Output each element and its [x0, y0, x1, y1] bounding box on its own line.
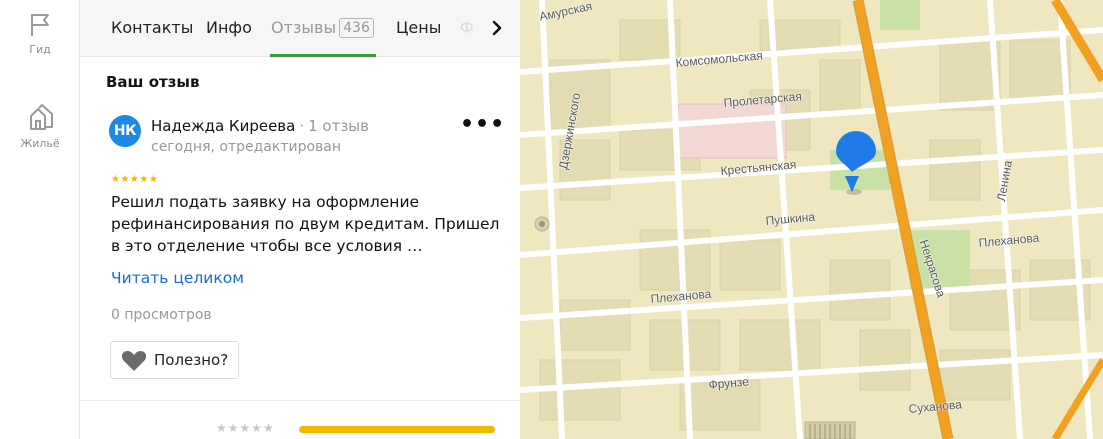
active-tab-indicator: [270, 54, 376, 57]
organization-panel: Контакты Инфо Отзывы436 Цены Ф Ваш отзыв…: [80, 0, 520, 439]
map-view[interactable]: Амурская Комсомольская Пролетарская Дзер…: [520, 0, 1103, 439]
review-date: сегодня, отредактирован: [151, 139, 342, 155]
rating-summary-stars: ★★★★★: [216, 421, 275, 435]
tab-reviews-label: Отзывы: [271, 18, 337, 37]
side-rail: Гид Жильё: [0, 0, 80, 439]
avatar[interactable]: НК: [109, 115, 141, 147]
poi-icon: [534, 216, 550, 232]
helpful-label: Полезно?: [154, 351, 229, 369]
heart-icon: [121, 351, 147, 371]
tab-contacts[interactable]: Контакты: [111, 18, 193, 37]
housing-button[interactable]: Жильё: [0, 102, 80, 150]
houses-icon: [30, 104, 53, 130]
author-name[interactable]: Надежда Киреева: [151, 117, 295, 135]
author-review-count: 1 отзыв: [308, 117, 369, 135]
divider: [80, 400, 520, 401]
reviews-count-badge: 436: [339, 18, 374, 38]
flag-icon: [31, 14, 49, 36]
read-more-link[interactable]: Читать целиком: [111, 269, 244, 287]
tab-reviews[interactable]: Отзывы 436: [271, 18, 374, 38]
housing-label: Жильё: [20, 137, 60, 150]
review-text: Решил подать заявку на оформление рефина…: [111, 193, 500, 255]
separator-dot: ·: [299, 117, 305, 135]
section-title: Ваш отзыв: [106, 73, 200, 91]
chevron-right-icon[interactable]: [490, 18, 506, 38]
review-author: Надежда Киреева · 1 отзыв: [151, 117, 369, 135]
helpful-button[interactable]: Полезно?: [110, 341, 239, 379]
guide-label: Гид: [29, 43, 51, 56]
review-rating-stars: ★★★★★: [111, 174, 159, 185]
rating-summary-bar: [299, 426, 495, 433]
more-options-icon[interactable]: •••: [460, 114, 504, 142]
guide-button[interactable]: Гид: [0, 12, 80, 56]
tab-info[interactable]: Инфо: [206, 18, 252, 37]
views-count: 0 просмотров: [111, 307, 212, 323]
tab-bar: Контакты Инфо Отзывы436 Цены Ф: [80, 0, 520, 57]
tab-prices[interactable]: Цены: [396, 18, 441, 37]
